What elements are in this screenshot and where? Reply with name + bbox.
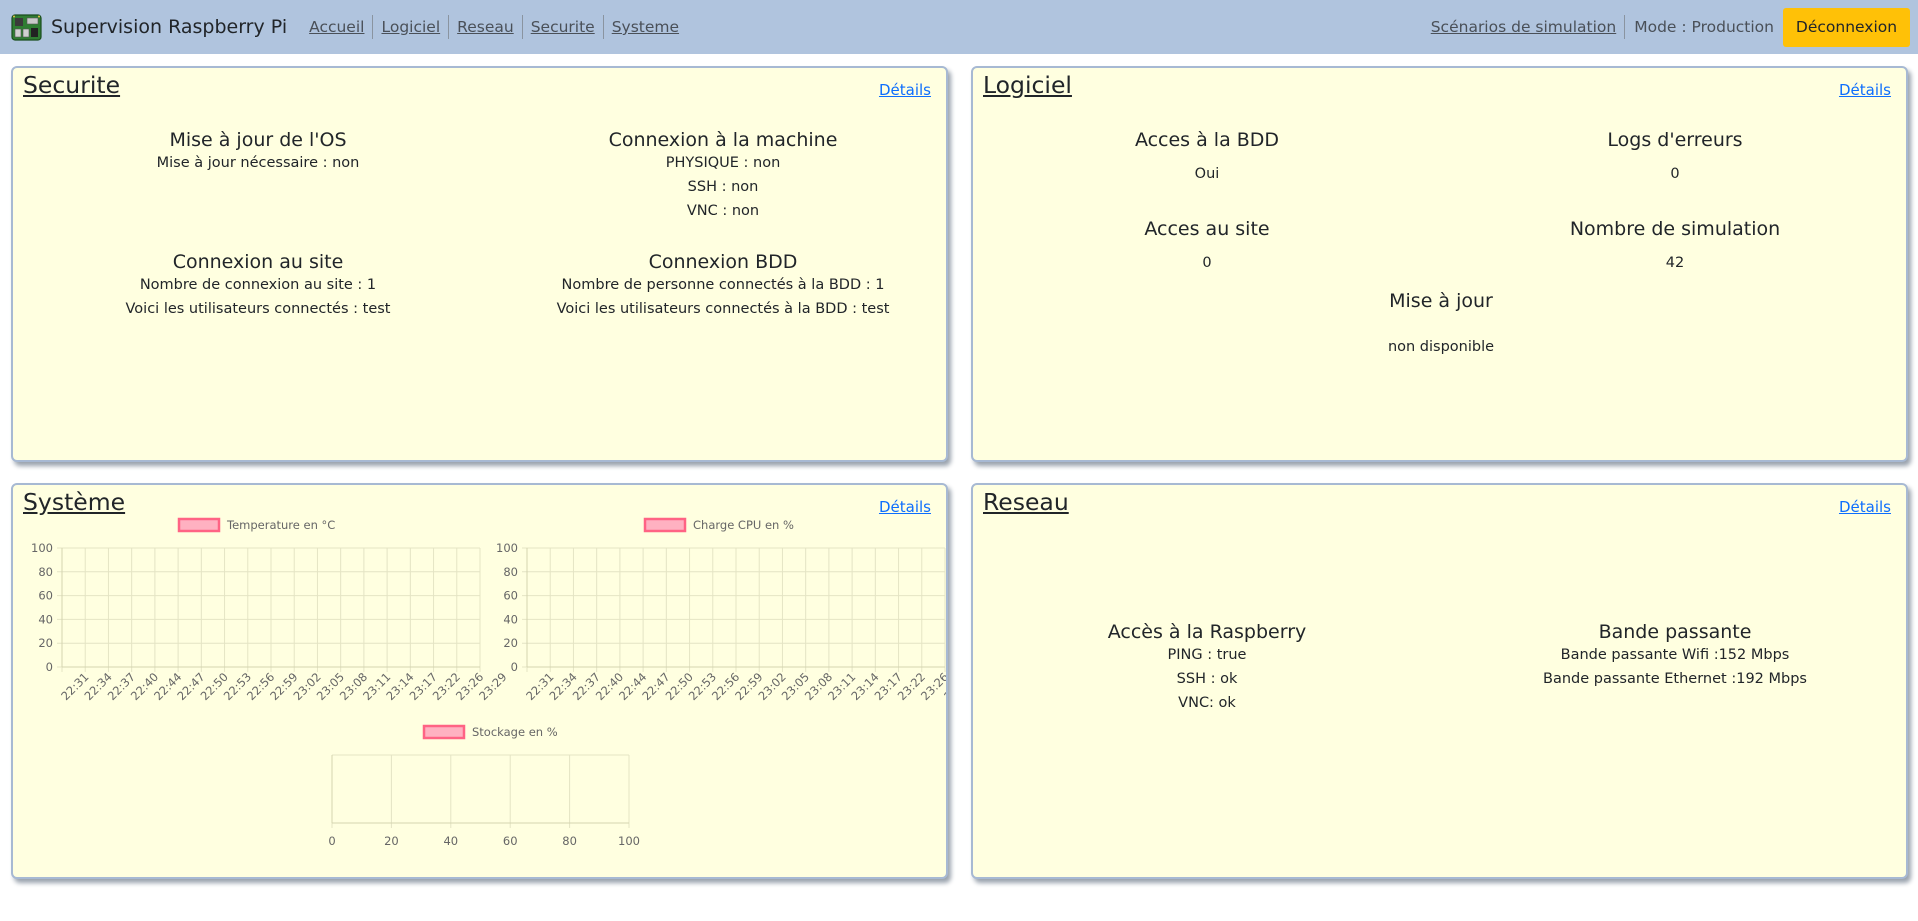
machine-vnc-status: VNC : non <box>686 203 760 219</box>
raspberry-access-heading: Accès à la Raspberry <box>1107 621 1307 643</box>
securite-details-link[interactable]: Détails <box>879 81 931 99</box>
temperature-chart-legend-swatch <box>177 517 221 533</box>
securite-card: Securite Détails Mise à jour de l'OS Mis… <box>11 66 948 462</box>
bandwidth-ethernet: Bande passante Ethernet :192 Mbps <box>1543 671 1807 687</box>
update-heading: Mise à jour <box>1389 290 1493 312</box>
raspberry-ping-status: PING : true <box>1167 647 1247 663</box>
simulation-count-value: 42 <box>1665 255 1685 271</box>
reseau-card-title[interactable]: Reseau <box>983 488 1069 516</box>
cpu-chart-ytick: 40 <box>503 612 518 626</box>
simulation-count-block: Nombre de simulation 42 <box>1441 218 1909 275</box>
nav-link-accueil[interactable]: Accueil <box>309 16 372 38</box>
systeme-card: Système Détails Temperature en °C 0 20 40 60… <box>11 483 948 879</box>
temperature-chart-grid <box>57 547 481 672</box>
bdd-access-block: Acces à la BDD Oui <box>973 129 1441 186</box>
bdd-access-heading: Acces à la BDD <box>1134 129 1280 151</box>
bdd-connection-heading: Connexion BDD <box>648 251 798 273</box>
bdd-access-value: Oui <box>1194 166 1220 182</box>
nav-links: Accueil Logiciel Reseau Securite Systeme <box>309 15 687 39</box>
temperature-chart-ytick: 60 <box>38 589 53 603</box>
nav-link-securite[interactable]: Securite <box>523 16 603 38</box>
cpu-chart-ytick: 100 <box>496 541 518 555</box>
machine-connection-heading: Connexion à la machine <box>608 129 838 151</box>
cpu-chart-ytick: 0 <box>511 660 518 674</box>
storage-chart-legend-label: Stockage en % <box>472 725 558 739</box>
temperature-chart-ytick: 0 <box>46 660 53 674</box>
securite-card-title[interactable]: Securite <box>23 71 120 99</box>
storage-chart-xtick: 60 <box>503 834 518 848</box>
cpu-chart-legend-label: Charge CPU en % <box>693 518 794 532</box>
nav-link-scenarios[interactable]: Scénarios de simulation <box>1423 16 1625 38</box>
site-access-value: 0 <box>1202 255 1212 271</box>
raspberry-board-icon <box>11 13 42 41</box>
reseau-details-link[interactable]: Détails <box>1839 498 1891 516</box>
mode-indicator: Mode : Production <box>1634 18 1774 36</box>
cpu-chart-ytick: 20 <box>503 636 518 650</box>
update-block: Mise à jour non disponible <box>1207 290 1675 359</box>
raspberry-access-block: Accès à la Raspberry PING : true SSH : o… <box>973 621 1441 715</box>
temperature-chart-ytick: 80 <box>38 565 53 579</box>
cpu-chart-legend-swatch <box>643 517 687 533</box>
bandwidth-block: Bande passante Bande passante Wifi :152 … <box>1441 621 1909 691</box>
storage-chart-xtick: 100 <box>618 834 640 848</box>
site-access-block: Acces au site 0 <box>973 218 1441 275</box>
brand[interactable]: Supervision Raspberry Pi <box>11 12 287 43</box>
nav-link-logiciel[interactable]: Logiciel <box>373 16 448 38</box>
reseau-card: Reseau Détails Accès à la Raspberry PING… <box>971 483 1908 879</box>
raspberry-ssh-status: SSH : ok <box>1176 671 1238 687</box>
update-value: non disponible <box>1387 339 1495 355</box>
site-connection-users: Voici les utilisateurs connectés : test <box>125 301 391 317</box>
error-logs-value: 0 <box>1670 166 1680 182</box>
site-access-heading: Acces au site <box>1144 218 1270 240</box>
navbar: Supervision Raspberry Pi Accueil Logicie… <box>0 0 1918 54</box>
storage-chart-xtick: 40 <box>443 834 458 848</box>
site-connection-block: Connexion au site Nombre de connexion au… <box>48 251 468 321</box>
machine-physical-status: PHYSIQUE : non <box>665 155 781 171</box>
nav-link-reseau[interactable]: Reseau <box>449 16 522 38</box>
error-logs-block: Logs d'erreurs 0 <box>1441 129 1909 186</box>
logiciel-card: Logiciel Détails Acces à la BDD Oui Logs… <box>971 66 1908 462</box>
raspberry-vnc-status: VNC: ok <box>1178 695 1236 711</box>
nav-right: Scénarios de simulation Mode : Productio… <box>1423 0 1918 54</box>
cpu-chart-grid <box>522 547 946 672</box>
systeme-charts: Temperature en °C02040608010022:3122:342… <box>31 517 946 848</box>
storage-chart-xtick: 20 <box>384 834 399 848</box>
temperature-chart-ytick: 100 <box>31 541 53 555</box>
simulation-count-heading: Nombre de simulation <box>1569 218 1781 240</box>
logiciel-details-link[interactable]: Détails <box>1839 81 1891 99</box>
temperature-chart-legend-label: Temperature en °C <box>226 518 335 532</box>
bandwidth-wifi: Bande passante Wifi :152 Mbps <box>1560 647 1790 663</box>
os-update-block: Mise à jour de l'OS Mise à jour nécessai… <box>48 129 468 175</box>
temperature-chart-ytick: 20 <box>38 636 53 650</box>
machine-connection-block: Connexion à la machine PHYSIQUE : non SS… <box>513 129 933 223</box>
temperature-chart-ytick: 40 <box>38 612 53 626</box>
os-update-status: Mise à jour nécessaire : non <box>156 155 360 171</box>
site-connection-heading: Connexion au site <box>172 251 344 273</box>
logiciel-card-title[interactable]: Logiciel <box>983 71 1072 99</box>
brand-title: Supervision Raspberry Pi <box>51 16 288 38</box>
cpu-chart-ytick: 80 <box>503 565 518 579</box>
cpu-chart-ytick: 60 <box>503 589 518 603</box>
bandwidth-heading: Bande passante <box>1598 621 1752 643</box>
error-logs-heading: Logs d'erreurs <box>1607 129 1743 151</box>
storage-chart-legend-swatch <box>422 724 466 740</box>
machine-ssh-status: SSH : non <box>687 179 759 195</box>
storage-chart-xtick: 80 <box>562 834 577 848</box>
storage-chart-xtick: 0 <box>328 834 335 848</box>
os-update-heading: Mise à jour de l'OS <box>169 129 347 151</box>
bdd-connection-block: Connexion BDD Nombre de personne connect… <box>513 251 933 321</box>
nav-link-systeme[interactable]: Systeme <box>604 16 687 38</box>
bdd-connection-count: Nombre de personne connectés à la BDD : … <box>561 277 885 293</box>
site-connection-count: Nombre de connexion au site : 1 <box>139 277 377 293</box>
storage-chart-grid <box>331 754 630 828</box>
logout-button[interactable]: Déconnexion <box>1783 7 1910 47</box>
bdd-connection-users: Voici les utilisateurs connectés à la BD… <box>556 301 890 317</box>
